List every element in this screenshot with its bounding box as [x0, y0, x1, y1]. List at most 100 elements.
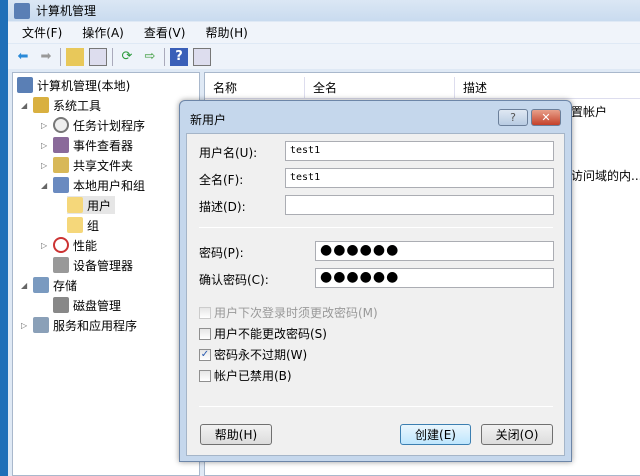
toolbar-separator	[164, 47, 165, 66]
tree-users[interactable]: 用户	[67, 196, 116, 214]
tree-label: 性能	[73, 238, 98, 253]
separator	[199, 227, 553, 228]
dialog-body: 用户名(U): test1 全名(F): test1 描述(D): 密码(P):…	[186, 133, 565, 456]
tree-performance[interactable]: ▷ 性能	[41, 236, 97, 254]
separator	[199, 406, 553, 407]
folder-icon	[67, 217, 83, 233]
tree-task-scheduler[interactable]: ▷ 任务计划程序	[41, 116, 145, 134]
forward-icon[interactable]: ➡	[37, 48, 55, 66]
tree-disk-management[interactable]: 磁盘管理	[53, 296, 121, 314]
menu-file[interactable]: 文件(F)	[22, 24, 62, 41]
tools-icon	[33, 97, 49, 113]
up-folder-icon[interactable]	[66, 47, 84, 66]
tree-label: 共享文件夹	[73, 158, 134, 173]
account-disabled-checkbox[interactable]: 帐户已禁用(B)	[199, 367, 292, 384]
help-button[interactable]: 帮助(H)	[200, 424, 272, 445]
dialog-close-button[interactable]: ✕	[531, 109, 561, 126]
tree-shared-folders[interactable]: ▷ 共享文件夹	[41, 156, 133, 174]
back-icon[interactable]: ⬅	[14, 48, 32, 66]
checkbox-box[interactable]	[199, 369, 211, 382]
tree-label: 用户	[87, 198, 112, 213]
tree-label: 存储	[53, 278, 78, 293]
computer-management-icon	[14, 2, 30, 19]
tree-services-apps[interactable]: ▷ 服务和应用程序	[21, 316, 137, 334]
show-hide-tree-icon[interactable]	[89, 47, 107, 66]
confirm-password-input[interactable]: ●●●●●●	[315, 268, 554, 288]
tree-local-users-groups[interactable]: ◢ 本地用户和组	[41, 176, 145, 194]
collapsed-arrow-icon[interactable]: ▷	[41, 241, 49, 250]
dialog-help-button[interactable]: ?	[498, 109, 528, 126]
fullname-input[interactable]: test1	[285, 168, 554, 188]
expanded-arrow-icon[interactable]: ◢	[21, 281, 29, 290]
checkbox-box[interactable]	[199, 327, 211, 340]
tree-label: 事件查看器	[73, 138, 134, 153]
shared-folder-icon	[53, 157, 69, 173]
computer-icon	[17, 77, 33, 93]
create-button[interactable]: 创建(E)	[400, 424, 471, 445]
tree-groups[interactable]: 组	[67, 216, 99, 234]
toolbar-separator	[112, 47, 113, 66]
password-input[interactable]: ●●●●●●	[315, 241, 554, 261]
collapsed-arrow-icon[interactable]: ▷	[21, 321, 29, 330]
disk-icon	[53, 297, 69, 313]
menu-bar: 文件(F) 操作(A) 查看(V) 帮助(H)	[8, 22, 640, 43]
help-icon[interactable]: ?	[170, 47, 188, 66]
tree-device-manager[interactable]: 设备管理器	[53, 256, 133, 274]
expanded-arrow-icon[interactable]: ◢	[21, 101, 29, 110]
column-description[interactable]: 描述	[455, 77, 640, 98]
row-description: 访问域的内...	[571, 169, 640, 183]
tree-label: 计算机管理(本地)	[37, 78, 131, 93]
collapsed-arrow-icon[interactable]: ▷	[41, 121, 49, 130]
toolbar: ⬅ ➡ ⟳ ⇨ ?	[8, 44, 640, 69]
new-user-dialog: 新用户 ? ✕ 用户名(U): test1 全名(F): test1 描述(D)…	[179, 100, 572, 462]
checkbox-label: 用户不能更改密码(S)	[214, 327, 327, 341]
description-label: 描述(D):	[199, 200, 246, 214]
password-label: 密码(P):	[199, 246, 244, 260]
password-never-expires-checkbox[interactable]: ✓ 密码永不过期(W)	[199, 346, 307, 363]
checkbox-label: 用户下次登录时须更改密码(M)	[214, 306, 378, 320]
refresh-icon[interactable]: ⟳	[118, 48, 136, 66]
expanded-arrow-icon[interactable]: ◢	[41, 181, 49, 190]
tree-storage[interactable]: ◢ 存储	[21, 276, 77, 294]
tree-label: 设备管理器	[73, 258, 134, 273]
checkbox-box[interactable]: ✓	[199, 348, 211, 361]
tree-pane: 计算机管理(本地) ◢ 系统工具 ▷ 任务计划程序 ▷ 事件查看器 ▷ 共享文件夹 ◢ 本…	[12, 72, 200, 476]
fullname-label: 全名(F):	[199, 173, 244, 187]
show-hide-action-pane-icon[interactable]	[193, 47, 211, 66]
column-name[interactable]: 名称	[205, 77, 305, 98]
checkbox-box[interactable]	[199, 306, 211, 319]
menu-view[interactable]: 查看(V)	[144, 24, 186, 41]
menu-help[interactable]: 帮助(H)	[205, 24, 247, 41]
dialog-title: 新用户	[190, 113, 227, 127]
row-description: 置帐户	[571, 105, 608, 119]
performance-icon	[53, 237, 69, 253]
tree-label: 服务和应用程序	[53, 318, 138, 333]
tree-label: 组	[87, 218, 100, 233]
menu-action[interactable]: 操作(A)	[82, 24, 124, 41]
clock-icon	[53, 117, 69, 133]
collapsed-arrow-icon[interactable]: ▷	[41, 161, 49, 170]
username-input[interactable]: test1	[285, 141, 554, 161]
checkbox-label: 帐户已禁用(B)	[214, 369, 292, 383]
tree-system-tools[interactable]: ◢ 系统工具	[21, 96, 101, 114]
column-fullname[interactable]: 全名	[305, 77, 455, 98]
confirm-password-label: 确认密码(C):	[199, 273, 269, 287]
close-button[interactable]: 关闭(O)	[481, 424, 553, 445]
column-headers: 名称 全名 描述	[205, 77, 640, 99]
device-manager-icon	[53, 257, 69, 273]
tree-label: 系统工具	[53, 98, 102, 113]
must-change-password-checkbox[interactable]: 用户下次登录时须更改密码(M)	[199, 304, 378, 321]
checkbox-label: 密码永不过期(W)	[214, 348, 308, 362]
collapsed-arrow-icon[interactable]: ▷	[41, 141, 49, 150]
export-list-icon[interactable]: ⇨	[141, 48, 159, 66]
window-title: 计算机管理	[36, 4, 97, 18]
cannot-change-password-checkbox[interactable]: 用户不能更改密码(S)	[199, 325, 327, 342]
tree-event-viewer[interactable]: ▷ 事件查看器	[41, 136, 133, 154]
tree-label: 任务计划程序	[73, 118, 146, 133]
tree-label: 磁盘管理	[73, 298, 122, 313]
tree-computer-management[interactable]: 计算机管理(本地)	[17, 76, 130, 94]
tree-label: 本地用户和组	[73, 178, 146, 193]
toolbar-separator	[60, 47, 61, 66]
folder-icon	[67, 197, 83, 213]
description-input[interactable]	[285, 195, 554, 215]
